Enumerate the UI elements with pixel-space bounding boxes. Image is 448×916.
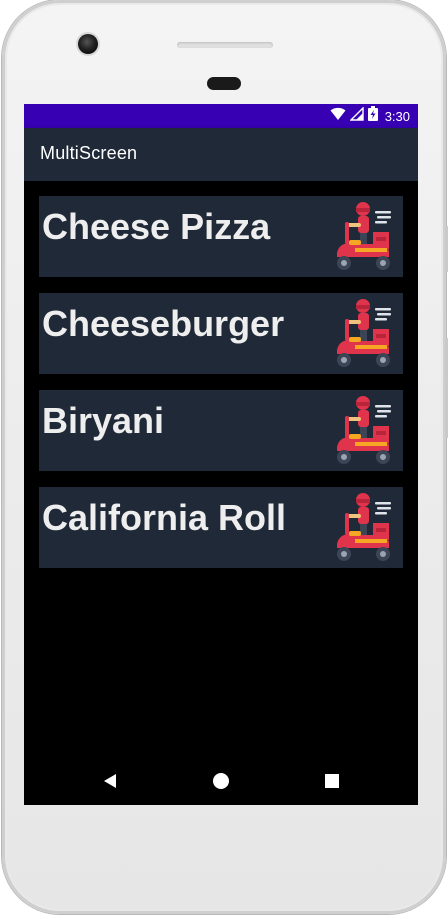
wifi-icon	[330, 107, 346, 126]
home-circle-icon[interactable]	[209, 769, 233, 793]
delivery-scooter-icon	[327, 199, 403, 275]
delivery-scooter-icon	[327, 490, 403, 566]
front-camera	[78, 34, 98, 54]
earpiece-speaker	[207, 77, 241, 90]
back-triangle-icon[interactable]	[98, 769, 122, 793]
cell-signal-icon	[348, 105, 364, 126]
top-speaker-grill	[177, 42, 273, 48]
battery-charging-icon	[367, 106, 378, 126]
list-item-california-roll[interactable]: California Roll	[39, 487, 403, 568]
list-item-label: California Roll	[42, 497, 287, 538]
status-icons: 3:30	[330, 104, 410, 128]
list-item-cheeseburger[interactable]: Cheeseburger	[39, 293, 403, 374]
delivery-scooter-icon	[327, 296, 403, 372]
navigation-bar	[24, 757, 418, 805]
app-title: MultiScreen	[40, 143, 138, 163]
list-item-label: Cheese Pizza	[42, 206, 271, 247]
phone-screen: 3:30 MultiScreen Cheese Pizza Cheeseburg…	[24, 104, 418, 805]
list-item-label: Biryani	[42, 400, 165, 441]
delivery-scooter-icon	[327, 393, 403, 469]
list-item-cheese-pizza[interactable]: Cheese Pizza	[39, 196, 403, 277]
status-bar: 3:30	[24, 104, 418, 128]
list-item-label: Cheeseburger	[42, 303, 285, 344]
list-item-biryani[interactable]: Biryani	[39, 390, 403, 471]
recents-square-icon[interactable]	[320, 769, 344, 793]
food-list: Cheese Pizza Cheeseburger Biryani Califo…	[39, 196, 403, 584]
status-time: 3:30	[384, 108, 410, 124]
app-bar: MultiScreen	[24, 128, 418, 181]
